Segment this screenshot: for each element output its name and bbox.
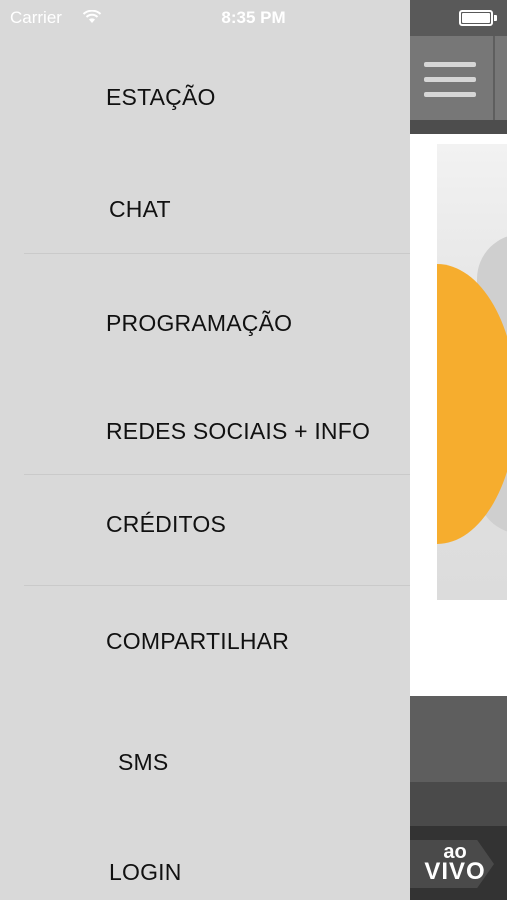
- app-content-area: [410, 134, 507, 696]
- clock: 8:35 PM: [221, 8, 286, 27]
- menu-item-label: REDES SOCIAIS + INFO: [106, 418, 371, 444]
- main-app-preview: ao VIVO: [410, 0, 507, 900]
- menu-item-label: CRÉDITOS: [106, 511, 227, 537]
- app-subheader-bar: [410, 120, 507, 134]
- live-button[interactable]: ao VIVO: [410, 840, 507, 888]
- hamburger-menu-icon[interactable]: [424, 57, 476, 99]
- menu-item-label: COMPARTILHAR: [106, 628, 290, 654]
- menu-item-creditos[interactable]: CRÉDITOS: [0, 497, 410, 553]
- live-button-line2: VIVO: [424, 858, 486, 885]
- player-subbar: [410, 782, 507, 826]
- menu-item-sms[interactable]: SMS: [0, 735, 410, 791]
- player-bar: [410, 696, 507, 782]
- banner-image: [437, 144, 507, 600]
- menu-divider: [24, 253, 410, 254]
- battery-icon: [459, 10, 497, 26]
- menu-item-redes-sociais[interactable]: REDES SOCIAIS + INFO: [0, 404, 410, 460]
- nav-divider: [493, 36, 495, 120]
- status-bar: Carrier 8:35 PM: [0, 0, 507, 36]
- menu-item-label: PROGRAMAÇÃO: [106, 310, 293, 336]
- menu-item-compartilhar[interactable]: COMPARTILHAR: [0, 614, 410, 670]
- menu-item-chat[interactable]: CHAT: [0, 182, 410, 238]
- menu-item-label: ESTAÇÃO: [106, 84, 216, 110]
- menu-item-login[interactable]: LOGIN: [0, 845, 410, 900]
- menu-divider: [24, 474, 410, 475]
- side-drawer-menu: ESTAÇÃO CHAT PROGRAMAÇÃO REDES SOCIAIS +…: [0, 0, 410, 900]
- menu-item-label: LOGIN: [109, 859, 182, 885]
- menu-item-label: SMS: [118, 749, 169, 775]
- menu-divider: [24, 585, 410, 586]
- menu-item-estacao[interactable]: ESTAÇÃO: [0, 70, 410, 126]
- menu-item-label: CHAT: [109, 196, 171, 222]
- menu-item-programacao[interactable]: PROGRAMAÇÃO: [0, 296, 410, 352]
